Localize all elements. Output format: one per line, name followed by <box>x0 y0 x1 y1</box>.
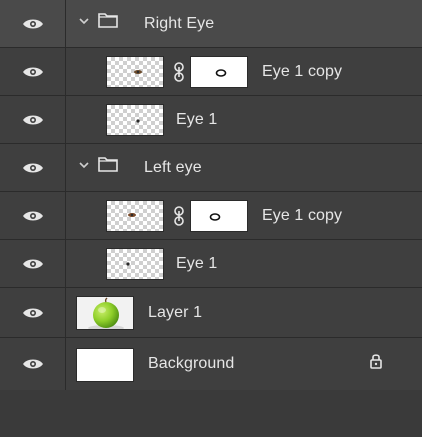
visibility-toggle[interactable] <box>0 48 66 95</box>
layer-name[interactable]: Eye 1 copy <box>262 192 342 239</box>
visibility-toggle[interactable] <box>0 338 66 390</box>
layer-content: Background <box>66 338 422 390</box>
layer-row-eye-1-copy[interactable]: Eye 1 copy <box>0 192 422 240</box>
eye-icon <box>22 359 43 369</box>
mask-shape-icon <box>215 69 227 77</box>
layer-mask-thumbnail[interactable] <box>190 200 248 232</box>
layer-name[interactable]: Eye 1 copy <box>262 48 342 95</box>
visibility-toggle[interactable] <box>0 0 66 47</box>
layers-panel: Right Eye Eye 1 copy Eye 1 Left eye Eye … <box>0 0 422 437</box>
eye-pixels-icon <box>134 70 142 74</box>
lock-icon[interactable] <box>369 352 383 370</box>
layer-name[interactable]: Layer 1 <box>148 288 202 337</box>
visibility-toggle[interactable] <box>0 192 66 239</box>
chevron-down-icon[interactable] <box>78 159 90 171</box>
visibility-toggle[interactable] <box>0 144 66 191</box>
layer-row-background[interactable]: Background <box>0 338 422 390</box>
mask-shape-icon <box>209 213 221 221</box>
eye-icon <box>22 19 43 28</box>
layer-name[interactable]: Background <box>148 338 234 390</box>
layer-content: Eye 1 <box>66 96 422 143</box>
folder-icon <box>98 13 118 28</box>
eye-icon <box>22 308 43 317</box>
layer-content: Left eye <box>66 144 422 191</box>
layer-content: Eye 1 copy <box>66 192 422 239</box>
layer-content: Eye 1 copy <box>66 48 422 95</box>
layer-name[interactable]: Eye 1 <box>176 96 217 143</box>
folder-icon <box>98 157 118 172</box>
eye-icon <box>22 211 43 220</box>
eye-icon <box>22 163 43 172</box>
layer-content: Eye 1 <box>66 240 422 287</box>
layer-name[interactable]: Right Eye <box>144 0 214 47</box>
eye-pixels-icon <box>126 262 130 266</box>
visibility-toggle[interactable] <box>0 96 66 143</box>
layer-row-eye-1[interactable]: Eye 1 <box>0 96 422 144</box>
layer-thumbnail[interactable] <box>106 200 164 232</box>
layer-thumbnail[interactable] <box>106 248 164 280</box>
layer-row-left-eye-group[interactable]: Left eye <box>0 144 422 192</box>
layer-name[interactable]: Eye 1 <box>176 240 217 287</box>
layer-content: Right Eye <box>66 0 422 47</box>
eye-icon <box>22 115 43 124</box>
panel-empty-area <box>0 390 422 437</box>
chevron-down-icon[interactable] <box>78 15 90 27</box>
eye-icon <box>22 259 43 268</box>
layer-content: Layer 1 <box>66 288 422 337</box>
layer-thumbnail[interactable] <box>106 104 164 136</box>
layer-row-eye-1[interactable]: Eye 1 <box>0 240 422 288</box>
layer-name[interactable]: Left eye <box>144 144 202 191</box>
layer-mask-thumbnail[interactable] <box>190 56 248 88</box>
layer-thumbnail[interactable] <box>106 56 164 88</box>
eye-icon <box>22 67 43 76</box>
eye-pixels-icon <box>128 213 136 217</box>
visibility-toggle[interactable] <box>0 288 66 337</box>
layer-thumbnail[interactable] <box>76 296 134 330</box>
visibility-toggle[interactable] <box>0 240 66 287</box>
eye-pixels-icon <box>136 119 140 123</box>
link-icon[interactable] <box>173 205 185 227</box>
link-icon[interactable] <box>173 61 185 83</box>
apple-thumbnail-image <box>77 297 133 329</box>
layer-thumbnail[interactable] <box>76 348 134 382</box>
layer-row-right-eye-group[interactable]: Right Eye <box>0 0 422 48</box>
layer-row-eye-1-copy[interactable]: Eye 1 copy <box>0 48 422 96</box>
layer-row-layer-1[interactable]: Layer 1 <box>0 288 422 338</box>
